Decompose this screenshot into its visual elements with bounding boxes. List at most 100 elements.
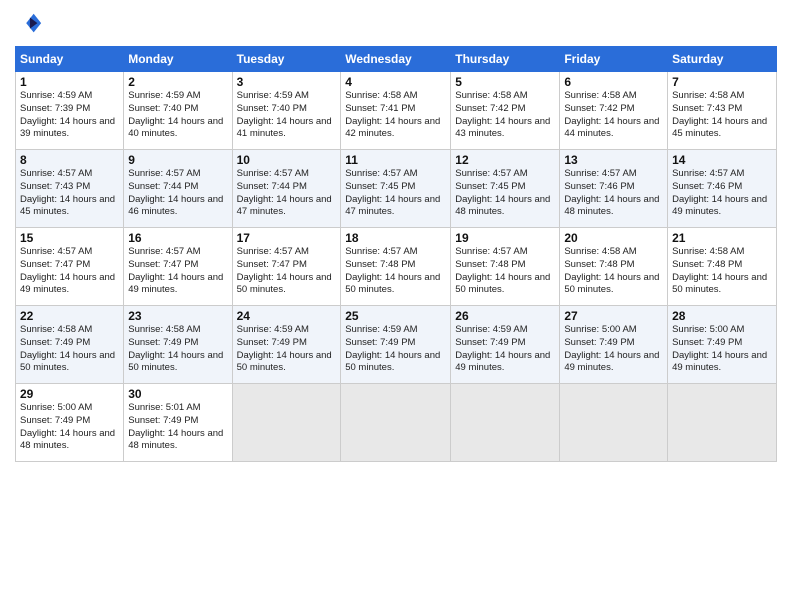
day-number: 30 bbox=[128, 387, 227, 401]
day-info: Sunrise: 4:57 AMSunset: 7:46 PMDaylight:… bbox=[672, 168, 772, 219]
day-number: 20 bbox=[564, 231, 663, 245]
col-header-thursday: Thursday bbox=[451, 47, 560, 72]
day-info: Sunrise: 4:57 AMSunset: 7:43 PMDaylight:… bbox=[20, 168, 119, 219]
calendar-cell: 13Sunrise: 4:57 AMSunset: 7:46 PMDayligh… bbox=[560, 150, 668, 228]
day-info: Sunrise: 4:57 AMSunset: 7:44 PMDaylight:… bbox=[128, 168, 227, 219]
day-number: 12 bbox=[455, 153, 555, 167]
col-header-wednesday: Wednesday bbox=[341, 47, 451, 72]
calendar-cell: 1Sunrise: 4:59 AMSunset: 7:39 PMDaylight… bbox=[16, 72, 124, 150]
day-number: 5 bbox=[455, 75, 555, 89]
day-number: 14 bbox=[672, 153, 772, 167]
day-number: 16 bbox=[128, 231, 227, 245]
calendar-cell: 15Sunrise: 4:57 AMSunset: 7:47 PMDayligh… bbox=[16, 228, 124, 306]
day-info: Sunrise: 4:58 AMSunset: 7:49 PMDaylight:… bbox=[20, 324, 119, 375]
calendar-cell: 29Sunrise: 5:00 AMSunset: 7:49 PMDayligh… bbox=[16, 384, 124, 462]
day-info: Sunrise: 4:58 AMSunset: 7:41 PMDaylight:… bbox=[345, 90, 446, 141]
calendar-row: 15Sunrise: 4:57 AMSunset: 7:47 PMDayligh… bbox=[16, 228, 777, 306]
day-info: Sunrise: 4:58 AMSunset: 7:43 PMDaylight:… bbox=[672, 90, 772, 141]
calendar-cell: 26Sunrise: 4:59 AMSunset: 7:49 PMDayligh… bbox=[451, 306, 560, 384]
day-info: Sunrise: 4:57 AMSunset: 7:45 PMDaylight:… bbox=[455, 168, 555, 219]
calendar-cell: 17Sunrise: 4:57 AMSunset: 7:47 PMDayligh… bbox=[232, 228, 341, 306]
calendar-cell: 28Sunrise: 5:00 AMSunset: 7:49 PMDayligh… bbox=[668, 306, 777, 384]
day-info: Sunrise: 4:58 AMSunset: 7:42 PMDaylight:… bbox=[455, 90, 555, 141]
calendar-cell bbox=[560, 384, 668, 462]
day-number: 11 bbox=[345, 153, 446, 167]
logo bbox=[15, 10, 47, 38]
day-info: Sunrise: 4:57 AMSunset: 7:48 PMDaylight:… bbox=[345, 246, 446, 297]
calendar-cell: 23Sunrise: 4:58 AMSunset: 7:49 PMDayligh… bbox=[124, 306, 232, 384]
day-info: Sunrise: 4:58 AMSunset: 7:42 PMDaylight:… bbox=[564, 90, 663, 141]
day-info: Sunrise: 4:59 AMSunset: 7:49 PMDaylight:… bbox=[455, 324, 555, 375]
day-number: 17 bbox=[237, 231, 337, 245]
day-info: Sunrise: 4:59 AMSunset: 7:40 PMDaylight:… bbox=[128, 90, 227, 141]
day-info: Sunrise: 5:00 AMSunset: 7:49 PMDaylight:… bbox=[564, 324, 663, 375]
day-number: 22 bbox=[20, 309, 119, 323]
calendar-cell: 2Sunrise: 4:59 AMSunset: 7:40 PMDaylight… bbox=[124, 72, 232, 150]
day-info: Sunrise: 5:01 AMSunset: 7:49 PMDaylight:… bbox=[128, 402, 227, 453]
calendar-row: 8Sunrise: 4:57 AMSunset: 7:43 PMDaylight… bbox=[16, 150, 777, 228]
day-info: Sunrise: 4:57 AMSunset: 7:47 PMDaylight:… bbox=[20, 246, 119, 297]
day-number: 23 bbox=[128, 309, 227, 323]
calendar-cell: 9Sunrise: 4:57 AMSunset: 7:44 PMDaylight… bbox=[124, 150, 232, 228]
day-info: Sunrise: 4:58 AMSunset: 7:48 PMDaylight:… bbox=[564, 246, 663, 297]
calendar-cell: 14Sunrise: 4:57 AMSunset: 7:46 PMDayligh… bbox=[668, 150, 777, 228]
calendar-row: 1Sunrise: 4:59 AMSunset: 7:39 PMDaylight… bbox=[16, 72, 777, 150]
day-number: 10 bbox=[237, 153, 337, 167]
calendar-row: 29Sunrise: 5:00 AMSunset: 7:49 PMDayligh… bbox=[16, 384, 777, 462]
calendar-cell: 27Sunrise: 5:00 AMSunset: 7:49 PMDayligh… bbox=[560, 306, 668, 384]
day-number: 28 bbox=[672, 309, 772, 323]
calendar-cell: 20Sunrise: 4:58 AMSunset: 7:48 PMDayligh… bbox=[560, 228, 668, 306]
day-info: Sunrise: 4:58 AMSunset: 7:48 PMDaylight:… bbox=[672, 246, 772, 297]
day-number: 26 bbox=[455, 309, 555, 323]
logo-icon bbox=[15, 10, 43, 38]
col-header-sunday: Sunday bbox=[16, 47, 124, 72]
calendar-cell: 30Sunrise: 5:01 AMSunset: 7:49 PMDayligh… bbox=[124, 384, 232, 462]
calendar-cell: 8Sunrise: 4:57 AMSunset: 7:43 PMDaylight… bbox=[16, 150, 124, 228]
day-number: 13 bbox=[564, 153, 663, 167]
day-number: 19 bbox=[455, 231, 555, 245]
col-header-monday: Monday bbox=[124, 47, 232, 72]
day-number: 27 bbox=[564, 309, 663, 323]
day-number: 25 bbox=[345, 309, 446, 323]
calendar-cell: 11Sunrise: 4:57 AMSunset: 7:45 PMDayligh… bbox=[341, 150, 451, 228]
day-number: 1 bbox=[20, 75, 119, 89]
calendar-cell: 3Sunrise: 4:59 AMSunset: 7:40 PMDaylight… bbox=[232, 72, 341, 150]
day-number: 2 bbox=[128, 75, 227, 89]
header-row: SundayMondayTuesdayWednesdayThursdayFrid… bbox=[16, 47, 777, 72]
day-number: 8 bbox=[20, 153, 119, 167]
day-info: Sunrise: 4:57 AMSunset: 7:47 PMDaylight:… bbox=[128, 246, 227, 297]
day-info: Sunrise: 5:00 AMSunset: 7:49 PMDaylight:… bbox=[20, 402, 119, 453]
calendar-cell: 12Sunrise: 4:57 AMSunset: 7:45 PMDayligh… bbox=[451, 150, 560, 228]
calendar-cell: 5Sunrise: 4:58 AMSunset: 7:42 PMDaylight… bbox=[451, 72, 560, 150]
calendar-cell: 22Sunrise: 4:58 AMSunset: 7:49 PMDayligh… bbox=[16, 306, 124, 384]
calendar-cell: 24Sunrise: 4:59 AMSunset: 7:49 PMDayligh… bbox=[232, 306, 341, 384]
calendar-cell: 19Sunrise: 4:57 AMSunset: 7:48 PMDayligh… bbox=[451, 228, 560, 306]
col-header-friday: Friday bbox=[560, 47, 668, 72]
day-number: 3 bbox=[237, 75, 337, 89]
calendar-cell: 25Sunrise: 4:59 AMSunset: 7:49 PMDayligh… bbox=[341, 306, 451, 384]
calendar-cell: 18Sunrise: 4:57 AMSunset: 7:48 PMDayligh… bbox=[341, 228, 451, 306]
day-number: 15 bbox=[20, 231, 119, 245]
calendar-cell: 16Sunrise: 4:57 AMSunset: 7:47 PMDayligh… bbox=[124, 228, 232, 306]
calendar-cell bbox=[451, 384, 560, 462]
day-info: Sunrise: 4:57 AMSunset: 7:48 PMDaylight:… bbox=[455, 246, 555, 297]
day-number: 6 bbox=[564, 75, 663, 89]
calendar-cell: 7Sunrise: 4:58 AMSunset: 7:43 PMDaylight… bbox=[668, 72, 777, 150]
day-info: Sunrise: 4:57 AMSunset: 7:47 PMDaylight:… bbox=[237, 246, 337, 297]
header bbox=[15, 10, 777, 38]
day-info: Sunrise: 5:00 AMSunset: 7:49 PMDaylight:… bbox=[672, 324, 772, 375]
calendar-cell bbox=[668, 384, 777, 462]
col-header-tuesday: Tuesday bbox=[232, 47, 341, 72]
day-info: Sunrise: 4:59 AMSunset: 7:49 PMDaylight:… bbox=[237, 324, 337, 375]
calendar: SundayMondayTuesdayWednesdayThursdayFrid… bbox=[15, 46, 777, 462]
day-info: Sunrise: 4:57 AMSunset: 7:44 PMDaylight:… bbox=[237, 168, 337, 219]
calendar-cell: 10Sunrise: 4:57 AMSunset: 7:44 PMDayligh… bbox=[232, 150, 341, 228]
day-number: 29 bbox=[20, 387, 119, 401]
day-info: Sunrise: 4:57 AMSunset: 7:46 PMDaylight:… bbox=[564, 168, 663, 219]
calendar-cell: 6Sunrise: 4:58 AMSunset: 7:42 PMDaylight… bbox=[560, 72, 668, 150]
day-number: 4 bbox=[345, 75, 446, 89]
calendar-row: 22Sunrise: 4:58 AMSunset: 7:49 PMDayligh… bbox=[16, 306, 777, 384]
calendar-cell bbox=[232, 384, 341, 462]
day-number: 18 bbox=[345, 231, 446, 245]
day-info: Sunrise: 4:59 AMSunset: 7:39 PMDaylight:… bbox=[20, 90, 119, 141]
